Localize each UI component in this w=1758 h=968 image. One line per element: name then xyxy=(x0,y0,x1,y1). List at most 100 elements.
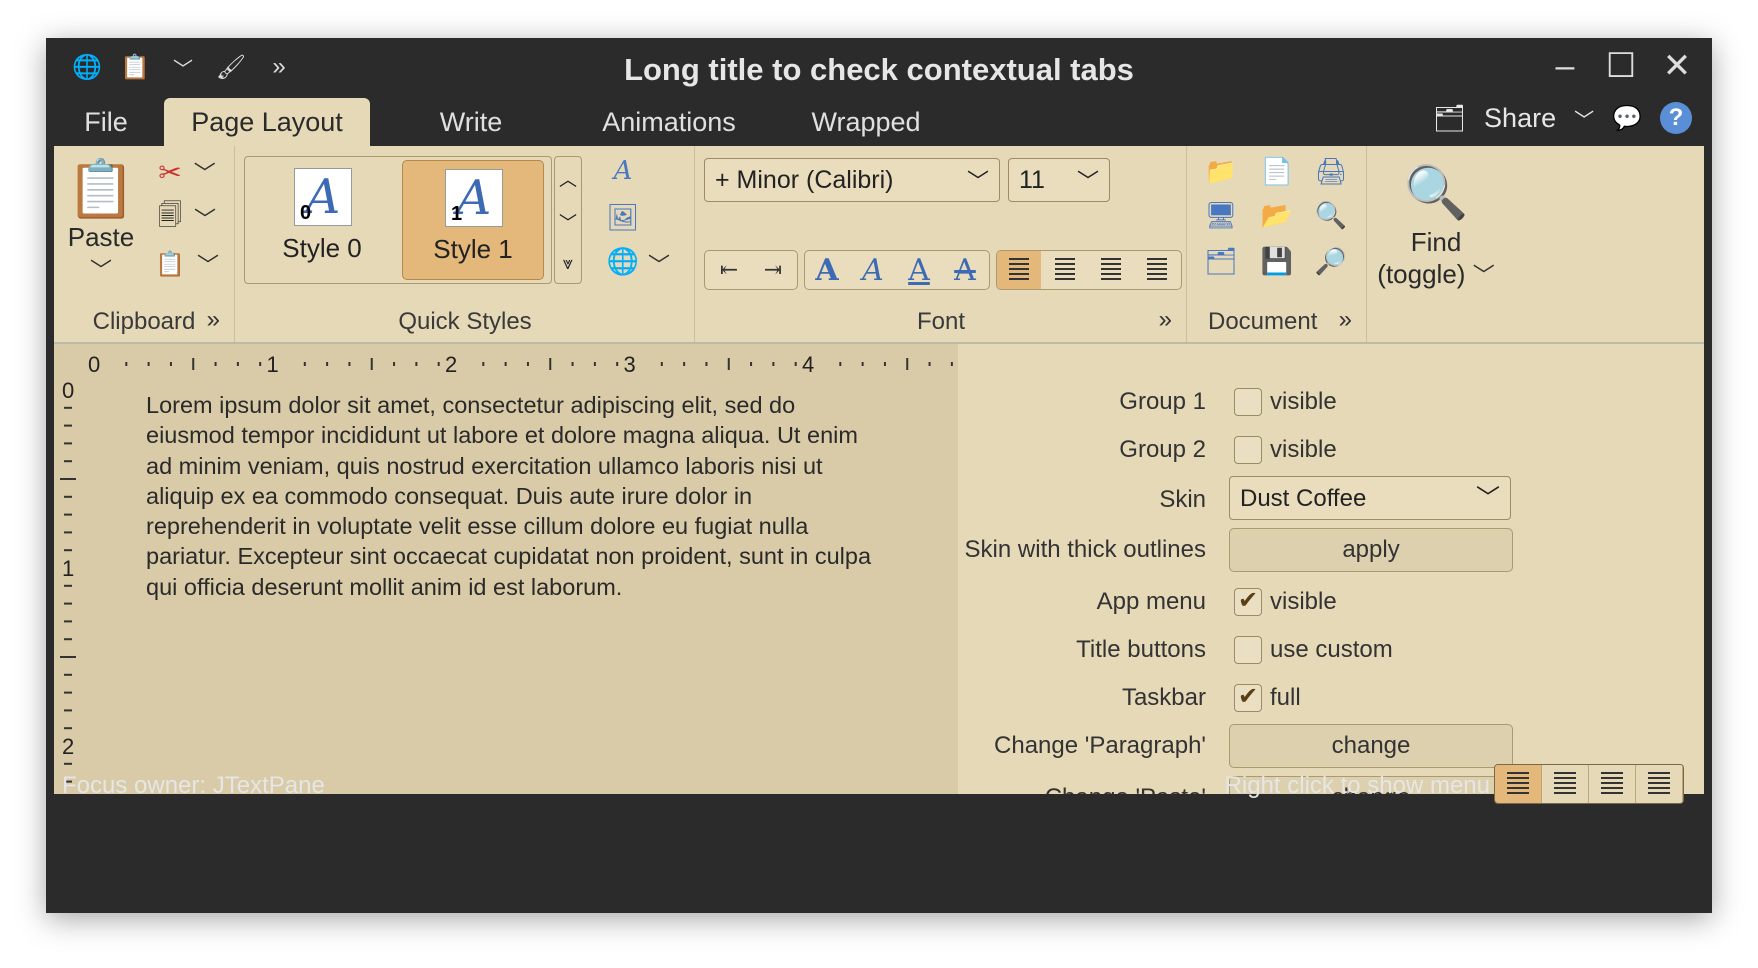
style-1-item[interactable]: A 1 Style 1 xyxy=(402,160,544,280)
search-folder-icon[interactable]: 🗂 xyxy=(1204,246,1238,276)
align-left-icon[interactable] xyxy=(997,251,1041,289)
app-menu-label: App menu xyxy=(1096,588,1206,615)
paste-icon: 📋 xyxy=(155,250,185,278)
group2-label: Group 2 xyxy=(1119,436,1206,463)
apply-button[interactable]: apply xyxy=(1229,528,1513,572)
tab-wrapped[interactable]: Wrapped xyxy=(786,98,946,146)
paste-button[interactable]: 📋 Paste ﹀ xyxy=(66,156,136,285)
print-preview-icon[interactable]: 🔍 xyxy=(1314,200,1348,230)
app-menu-checkbox[interactable] xyxy=(1234,586,1262,616)
font-family-combo[interactable]: + Minor (Calibri) ﹀ xyxy=(704,158,1000,202)
chevron-down-icon[interactable]: ﹀ xyxy=(648,248,670,280)
ruler-label: 1 xyxy=(62,556,74,581)
band-expand-icon[interactable]: » xyxy=(207,306,220,334)
cut-button[interactable]: ✂ ﹀ xyxy=(152,154,222,190)
text-style-icon[interactable]: A xyxy=(606,156,640,186)
tab-page-layout[interactable]: Page Layout xyxy=(164,98,370,146)
vertical-ruler: 012 xyxy=(60,380,76,783)
align-justify-icon[interactable] xyxy=(1135,251,1179,289)
group2-check-label[interactable]: visible xyxy=(1270,436,1337,464)
quick-styles-band: A 0 Style 0 A 1 Style 1 ︿ ﹀ ⩔ A 🖼 🌐 ﹀ Qu… xyxy=(236,146,695,342)
tab-write[interactable]: Write xyxy=(411,98,531,146)
style-0-item[interactable]: A 0 Style 0 xyxy=(252,160,392,278)
chevron-down-icon: ﹀ xyxy=(1472,263,1495,288)
indent-icon[interactable]: ⇥ xyxy=(751,251,795,289)
underline-icon[interactable]: A xyxy=(897,251,941,289)
align-justify-icon[interactable] xyxy=(1636,765,1683,803)
align-center-icon[interactable] xyxy=(1043,251,1087,289)
scroll-down-icon[interactable]: ﹀ xyxy=(559,209,577,235)
group1-label: Group 1 xyxy=(1119,388,1206,415)
taskbar-label: Taskbar xyxy=(1121,684,1206,711)
maximize-button[interactable]: ☐ xyxy=(1604,46,1638,86)
group2-checkbox[interactable] xyxy=(1234,436,1262,464)
ruler-label: 1 xyxy=(267,352,279,377)
ruler-label: 3 xyxy=(624,352,636,377)
taskbar-checkbox[interactable] xyxy=(1234,682,1262,712)
folder-icon[interactable]: 📁 xyxy=(1204,156,1238,186)
status-bar: Focus owner: JTextPane Right click to sh… xyxy=(46,756,1712,813)
align-right-icon[interactable] xyxy=(1589,765,1636,803)
style-number: 0 xyxy=(300,202,312,224)
zoom-icon[interactable]: 🔎 xyxy=(1314,246,1348,276)
new-document-icon[interactable]: 📄 xyxy=(1260,156,1294,186)
font-size-combo[interactable]: 11 ﹀ xyxy=(1008,158,1110,202)
copy-button[interactable]: 🗐 ﹀ xyxy=(152,200,222,236)
title-buttons-checkbox[interactable] xyxy=(1234,636,1262,664)
image-icon[interactable]: 🖼 xyxy=(606,202,640,232)
band-expand-icon[interactable]: » xyxy=(1159,306,1172,334)
text-editor[interactable]: 0 1 2 3 4 0 1 2 Lorem ipsum dolor sit amet, co… xyxy=(54,344,958,794)
tab-file[interactable]: File xyxy=(66,98,146,146)
monitor-icon[interactable]: 🖥 xyxy=(1204,200,1238,230)
thick-outlines-row: Skin with thick outlines apply xyxy=(958,528,1704,572)
find-toggle-button[interactable]: 🔍 Find (toggle) ﹀ xyxy=(1368,162,1504,290)
document-text[interactable]: Lorem ipsum dolor sit amet, consectetur … xyxy=(146,390,886,602)
align-right-icon[interactable] xyxy=(1089,251,1133,289)
document-band: 📁 📄 🖨 🖥 📂 🔍 🗂 💾 🔎 Document » xyxy=(1188,146,1367,342)
ruler-label: 0 xyxy=(62,380,74,403)
title-bar: 🌐 📋 ﹀ 🖌 » Long title to check contextual… xyxy=(46,38,1712,94)
open-folder-icon[interactable]: 📂 xyxy=(1260,200,1294,230)
share-button[interactable]: Share xyxy=(1484,103,1556,134)
printer-icon[interactable]: 🖨 xyxy=(1314,156,1348,186)
scissors-icon: ✂ xyxy=(158,156,182,188)
save-icon[interactable]: 💾 xyxy=(1260,246,1294,276)
bold-icon[interactable]: A xyxy=(805,251,849,289)
focus-owner-text: Focus owner: JTextPane xyxy=(62,772,325,799)
help-icon[interactable]: ? xyxy=(1660,102,1692,134)
outdent-icon[interactable]: ⇤ xyxy=(707,251,751,289)
app-menu-check-label[interactable]: visible xyxy=(1270,588,1337,616)
band-expand-icon[interactable]: » xyxy=(1339,306,1352,334)
style-name: Style 1 xyxy=(433,234,513,264)
title-buttons-row: Title buttons use custom xyxy=(958,628,1704,672)
tab-animations[interactable]: Animations xyxy=(584,98,754,146)
ruler-label: 2 xyxy=(445,352,457,377)
title-buttons-check-label[interactable]: use custom xyxy=(1270,636,1393,664)
copy-icon: 🗐 xyxy=(158,201,182,229)
paste-special-button[interactable]: 📋 ﹀ xyxy=(152,246,222,282)
group2-row: Group 2 visible xyxy=(958,428,1704,472)
chevron-down-icon[interactable]: ﹀ xyxy=(1574,104,1594,133)
scroll-up-icon[interactable]: ︿ xyxy=(559,166,577,192)
font-family-value: + Minor (Calibri) xyxy=(715,165,894,194)
align-center-icon[interactable] xyxy=(1542,765,1589,803)
app-window: 🌐 📋 ﹀ 🖌 » Long title to check contextual… xyxy=(46,38,1712,913)
horizontal-ruler: 0 1 2 3 4 xyxy=(88,352,953,377)
group1-check-label[interactable]: visible xyxy=(1270,388,1337,416)
magnifier-icon: 🔍 xyxy=(1403,164,1469,222)
clipboard-band: 📋 Paste ﹀ ✂ ﹀ 🗐 ﹀ 📋 ﹀ Clipboard » xyxy=(54,146,235,342)
italic-icon[interactable]: A xyxy=(851,251,895,289)
close-button[interactable]: ✕ xyxy=(1660,46,1694,86)
indent-group: ⇤ ⇥ xyxy=(704,250,798,290)
taskbar-check-label[interactable]: full xyxy=(1270,684,1301,712)
strikethrough-icon[interactable]: A xyxy=(943,251,987,289)
expand-gallery-icon[interactable]: ⩔ xyxy=(563,253,573,274)
chat-icon[interactable]: 💬 xyxy=(1612,104,1642,133)
group1-checkbox[interactable] xyxy=(1234,388,1262,416)
skin-row: Skin Dust Coffee ﹀ xyxy=(958,476,1704,522)
minimize-button[interactable]: ‒ xyxy=(1548,46,1582,86)
taskbar-row: Taskbar full xyxy=(958,676,1704,720)
align-left-icon[interactable] xyxy=(1495,765,1542,803)
skin-select[interactable]: Dust Coffee ﹀ xyxy=(1229,476,1511,520)
globe-icon[interactable]: 🌐 xyxy=(606,246,640,276)
